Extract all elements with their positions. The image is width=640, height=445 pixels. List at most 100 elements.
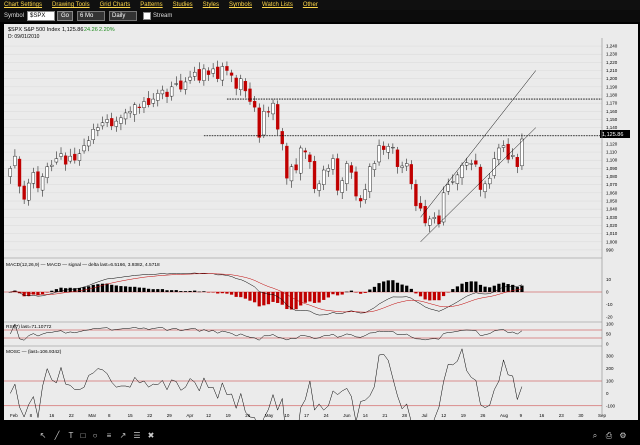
zoom-icon[interactable]: ⌕ [590,431,600,441]
line-tool-icon[interactable]: ╱ [52,431,62,441]
candle [54,158,59,163]
macd-histogram-bar [395,282,400,292]
candle [428,218,432,226]
channel-tool-icon[interactable]: ≡ [104,431,114,441]
macd-histogram-bar [441,292,446,297]
price-tick-label: 1,160 [606,109,618,114]
candle [174,83,178,85]
menu-grid-charts[interactable]: Grid Charts [100,0,131,10]
candle [405,163,409,167]
candle [156,93,160,101]
print-icon[interactable]: ⎙ [604,431,614,441]
go-button[interactable]: Go [57,11,74,21]
candle [86,140,91,147]
date-tick-label: 16 [539,413,545,418]
symbol-input[interactable]: $SPX [27,11,56,21]
mosc-tick-label: 100 [606,379,614,384]
menu-studies[interactable]: Studies [173,0,193,10]
candle [197,69,201,81]
rectangle-tool-icon[interactable]: □ [78,431,88,441]
candle [248,88,252,102]
price-chart[interactable]: $SPX S&P 500 Index 1,125.86 24.26 2.20% … [4,24,638,445]
macd-histogram-bar [488,287,492,292]
macd-histogram-bar [446,292,450,293]
candle [105,119,109,123]
settings-icon[interactable]: ⚙ [618,431,628,441]
candle [414,184,418,207]
macd-histogram-bar [243,292,247,299]
date-tick-label: 26 [245,413,251,418]
macd-histogram-bar [174,290,178,292]
price-tick-label: 1,010 [606,231,618,236]
candle [368,166,372,192]
candle [474,160,478,165]
macd-histogram-bar [271,292,275,302]
period-select[interactable]: 6 Mo [77,11,106,21]
candle [183,81,188,90]
menu-watch-lists[interactable]: Watch Lists [262,0,293,10]
chart-area[interactable]: $SPX S&P 500 Index 1,125.86 24.26 2.20% … [4,24,638,445]
candle [391,146,395,149]
price-tick-label: 1,050 [606,199,618,204]
price-tick-label: 1,240 [606,44,618,49]
stream-label: Stream [153,13,173,19]
menu-chart-settings[interactable]: Chart Settings [4,0,42,10]
macd-histogram-bar [248,292,252,301]
macd-histogram-bar [146,288,151,292]
macd-histogram-bar [119,286,123,292]
macd-histogram-bar [40,292,45,295]
candle [299,147,303,174]
candle [335,158,340,191]
price-tick-label: 1,190 [606,84,618,89]
macd-panel [4,272,602,316]
candle [520,138,524,167]
fib-tool-icon[interactable]: ☰ [132,431,142,441]
candle [123,112,128,120]
macd-histogram-bar [414,292,418,294]
macd-histogram-bar [123,286,128,292]
price-tick-label: 1,230 [606,52,618,57]
interval-select[interactable]: Daily [109,11,138,21]
macd-histogram-bar [317,292,321,303]
date-tick-label: 8 [30,413,33,418]
menu-symbols[interactable]: Symbols [229,0,252,10]
candle [303,150,307,153]
candle [345,163,349,184]
menu-other[interactable]: Other [303,0,318,10]
macd-histogram-bar [59,287,63,292]
menu-drawing-tools[interactable]: Drawing Tools [52,0,90,10]
candle [45,166,49,178]
menu-styles[interactable]: Styles [203,0,219,10]
candle [27,182,31,201]
candle [202,68,206,81]
macd-histogram-bar [363,292,367,293]
candle [478,166,483,190]
mosc-axis: 300 200 100 0 -100 [606,354,616,409]
arrow-tool-icon[interactable]: ↗ [118,431,128,441]
macd-histogram-bar [432,292,436,301]
macd-histogram-bar [234,292,238,297]
macd-histogram-bar [331,292,335,295]
candle [460,164,464,179]
menu-bar: Chart Settings Drawing Tools Grid Charts Pa… [0,0,640,10]
pointer-icon[interactable]: ↖ [38,431,48,441]
macd-histogram-bar [160,289,165,292]
candle [151,98,155,104]
candle [275,104,280,130]
circle-tool-icon[interactable]: ○ [90,431,100,441]
candle [483,183,487,192]
macd-histogram-bar [179,291,183,292]
text-tool-icon[interactable]: T [66,431,76,441]
macd-histogram-bar [114,285,118,292]
macd-histogram-bar [110,284,114,292]
date-tick-label: 9 [520,413,523,418]
candle [146,98,151,105]
macd-histogram-bar [151,289,155,292]
stream-checkbox[interactable] [143,12,152,20]
price-tick-label: 1,080 [606,174,618,179]
macd-histogram-bar [68,287,72,292]
macd-tick-label: -10 [606,302,613,307]
delete-tool-icon[interactable]: ✖ [146,431,156,441]
menu-patterns[interactable]: Patterns [140,0,162,10]
macd-histogram-bar [202,291,206,292]
